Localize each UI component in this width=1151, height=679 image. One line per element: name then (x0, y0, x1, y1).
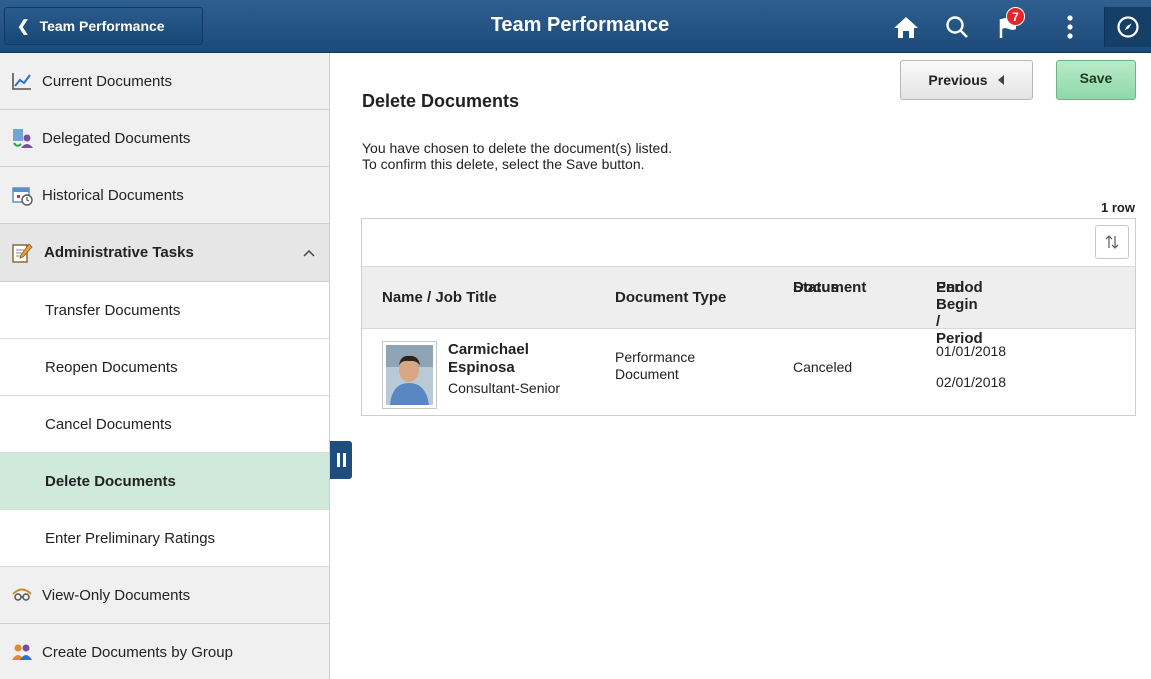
sidebar-item-delegated-documents[interactable]: Delegated Documents (0, 110, 329, 167)
sort-arrows-icon (1105, 235, 1119, 249)
sidebar-item-label: Create Documents by Group (42, 643, 233, 661)
back-button[interactable]: ❮ Team Performance (4, 7, 203, 45)
col-header-status-line2: Status (793, 279, 839, 296)
job-title: Consultant-Senior (448, 380, 561, 396)
grid-header-row: Name / Job Title Document Type Document … (362, 267, 1135, 347)
document-type-line1: Performance (615, 349, 696, 365)
sidebar-item-label: Current Documents (42, 72, 173, 90)
document-type: Performance Document (615, 349, 695, 383)
home-icon[interactable] (889, 9, 923, 45)
page-heading: Delete Documents (362, 91, 520, 111)
back-button-label: Team Performance (39, 18, 165, 34)
period-end: 02/01/2018 (936, 374, 1007, 390)
actions-menu-icon[interactable] (1055, 9, 1085, 45)
group-people-icon (10, 641, 34, 663)
delegate-people-icon (10, 127, 34, 149)
sidebar-subitem-delete-documents[interactable]: Delete Documents (0, 453, 329, 510)
navbar-compass-icon (1117, 16, 1139, 38)
sidebar-subitem-enter-preliminary-ratings[interactable]: Enter Preliminary Ratings (0, 510, 329, 567)
sidebar-item-current-documents[interactable]: Current Documents (0, 53, 329, 110)
sidebar-subitem-transfer-documents[interactable]: Transfer Documents (0, 282, 329, 339)
previous-button[interactable]: Previous (900, 60, 1033, 100)
view-only-icon (10, 584, 34, 606)
employee-first-name: Carmichael (448, 341, 529, 358)
sidebar-collapse-handle[interactable] (330, 441, 352, 479)
col-header-name: Name / Job Title (382, 289, 497, 306)
previous-button-label: Previous (928, 72, 988, 88)
calendar-clock-icon (10, 184, 34, 206)
save-button[interactable]: Save (1056, 60, 1136, 100)
caret-left-icon (997, 72, 1005, 88)
sidebar-item-label: Delegated Documents (42, 129, 191, 147)
notepad-pencil-icon (10, 242, 34, 264)
main-content: Previous Save Delete Documents You have … (352, 53, 1151, 679)
employee-name: Carmichael Espinosa Consultant-Senior (448, 341, 560, 396)
sidebar-item-create-documents-by-group[interactable]: Create Documents by Group (0, 624, 329, 679)
pause-bar-icon (336, 453, 340, 467)
chevron-left-icon: ❮ (17, 18, 30, 35)
confirmation-message: You have chosen to delete the document(s… (362, 140, 672, 172)
message-line-2: To confirm this delete, select the Save … (362, 156, 645, 172)
documents-grid: Name / Job Title Document Type Document … (361, 218, 1136, 416)
employee-last-name: Espinosa (448, 359, 515, 376)
sidebar-subitem-reopen-documents[interactable]: Reopen Documents (0, 339, 329, 396)
sidebar-group-administrative-tasks[interactable]: Administrative Tasks (0, 224, 329, 282)
page-title: Team Performance (490, 14, 670, 36)
row-count: 1 row (1101, 200, 1135, 215)
table-row[interactable]: Carmichael Espinosa Consultant-Senior Pe… (362, 329, 1135, 415)
sidebar-item-label: View-Only Documents (42, 586, 191, 604)
period-begin: 01/01/2018 (936, 343, 1007, 359)
message-line-1: You have chosen to delete the document(s… (362, 140, 673, 156)
sidebar-subitem-cancel-documents[interactable]: Cancel Documents (0, 396, 329, 453)
col-header-period-line2: End (936, 279, 965, 296)
grid-toolbar (362, 219, 1135, 267)
document-type-line2: Document (615, 366, 679, 382)
banner: ❮ Team Performance Team Performance 7 (0, 0, 1151, 53)
sort-button[interactable] (1095, 225, 1129, 259)
employee-photo (382, 341, 437, 409)
notification-count-badge: 7 (1006, 7, 1025, 26)
sidebar-group-label: Administrative Tasks (44, 244, 194, 261)
notifications-flag-icon[interactable]: 7 (990, 7, 1030, 45)
sidebar-item-view-only-documents[interactable]: View-Only Documents (0, 567, 329, 624)
sidebar-item-historical-documents[interactable]: Historical Documents (0, 167, 329, 224)
chevron-up-icon (303, 244, 315, 261)
search-icon[interactable] (940, 9, 974, 45)
pause-bar-icon (342, 453, 346, 467)
navbar-button[interactable] (1104, 7, 1151, 47)
sidebar-item-label: Historical Documents (42, 186, 184, 204)
document-status: Canceled (793, 359, 853, 375)
sidebar: Current Documents Delegated Documents Hi… (0, 53, 330, 679)
col-header-document-type: Document Type (615, 289, 727, 306)
line-chart-icon (10, 70, 34, 92)
